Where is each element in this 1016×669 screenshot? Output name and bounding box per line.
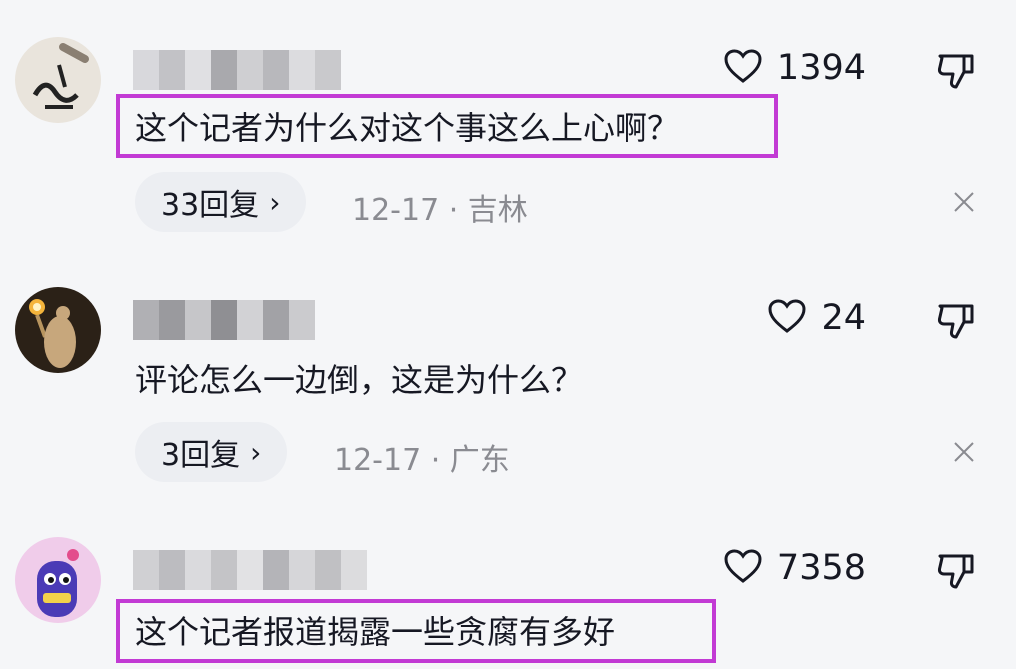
username-blurred[interactable] bbox=[133, 300, 315, 340]
username-blurred[interactable] bbox=[133, 550, 367, 590]
like-count: 24 bbox=[821, 298, 866, 338]
dislike-button[interactable] bbox=[936, 50, 976, 90]
thumbs-down-icon bbox=[936, 54, 976, 94]
view-replies-button[interactable]: 33回复 › bbox=[135, 172, 307, 232]
dislike-button[interactable] bbox=[936, 300, 976, 340]
heart-icon bbox=[767, 298, 807, 338]
dislike-button[interactable] bbox=[936, 550, 976, 590]
comment-text: 这个记者为什么对这个事这么上心啊？ bbox=[135, 109, 680, 147]
like-button[interactable]: 7358 bbox=[723, 548, 866, 588]
avatar[interactable] bbox=[15, 37, 101, 123]
view-replies-button[interactable]: 3回复 › bbox=[135, 422, 288, 482]
reply-label: 33回复 bbox=[161, 188, 260, 223]
comment-text: 这个记者报道揭露一些贪腐有多好 bbox=[135, 613, 616, 651]
avatar[interactable] bbox=[15, 287, 101, 373]
heart-icon bbox=[723, 48, 763, 88]
chevron-right-icon: › bbox=[269, 185, 281, 219]
close-button[interactable] bbox=[952, 440, 976, 464]
heart-icon bbox=[723, 548, 763, 588]
thumbs-down-icon bbox=[936, 304, 976, 344]
like-count: 7358 bbox=[776, 548, 866, 588]
chevron-right-icon: › bbox=[250, 435, 262, 469]
username-blurred[interactable] bbox=[133, 50, 341, 90]
close-icon bbox=[952, 192, 976, 218]
like-button[interactable]: 1394 bbox=[723, 48, 866, 88]
reply-label: 3回复 bbox=[161, 438, 241, 473]
comment-meta: 12-17 · 吉林 bbox=[352, 193, 528, 228]
close-button[interactable] bbox=[952, 190, 976, 214]
like-button[interactable]: 24 bbox=[767, 298, 866, 338]
comment-text: 评论怎么一边倒，这是为什么？ bbox=[135, 361, 584, 399]
thumbs-down-icon bbox=[936, 554, 976, 594]
like-count: 1394 bbox=[776, 48, 866, 88]
avatar[interactable] bbox=[15, 537, 101, 623]
comment-meta: 12-17 · 广东 bbox=[334, 443, 510, 478]
close-icon bbox=[952, 442, 976, 468]
